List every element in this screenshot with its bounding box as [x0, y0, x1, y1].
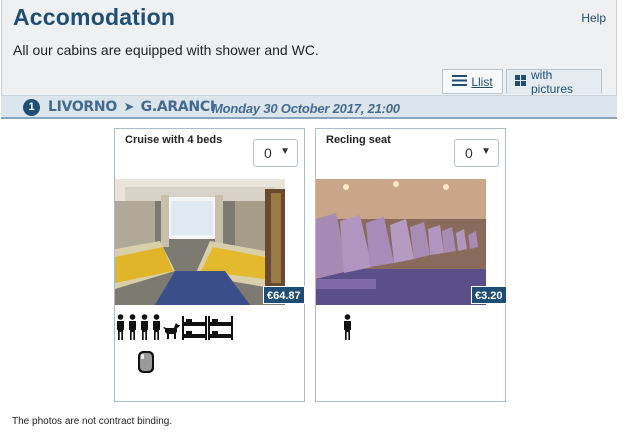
price-badge: €3.20: [471, 286, 507, 304]
tab-pictures-view[interactable]: with pictures: [506, 67, 602, 96]
porthole-icon: [137, 350, 155, 379]
route-origin: LIVORNO: [48, 99, 117, 115]
bunk-bed-icon: [208, 316, 233, 345]
person-icon: [127, 314, 138, 345]
arrow-right-icon: ➤: [123, 100, 135, 115]
subtitle: All our cabins are equipped with shower …: [13, 42, 319, 58]
route-text: LIVORNO ➤ G.ARANCI: [48, 99, 215, 115]
leg-number-badge: 1: [23, 99, 40, 116]
quantity-value: 0: [465, 145, 473, 161]
cabin-title: Recling seat: [326, 134, 391, 146]
amenity-icons: [115, 314, 234, 345]
footer-note: The photos are not contract binding.: [12, 416, 173, 427]
help-link[interactable]: Help: [581, 11, 606, 25]
dog-icon: [163, 322, 181, 345]
page-title: Accomodation: [13, 4, 176, 30]
person-icon: [115, 314, 126, 345]
bunk-bed-icon: [182, 316, 207, 345]
caret-down-icon: ▼: [280, 146, 290, 157]
price-badge: €64.87: [263, 286, 305, 304]
quantity-select[interactable]: 0 ▼: [454, 139, 499, 167]
grid-icon: [515, 74, 526, 89]
route-destination: G.ARANCI: [140, 99, 215, 115]
cabin-card: Recling seat 0 ▼ €3.20: [315, 128, 507, 402]
route-date: Monday 30 October 2017, 21:00: [212, 101, 400, 116]
tab-list-view[interactable]: Llist: [442, 69, 503, 94]
quantity-select[interactable]: 0 ▼: [253, 139, 298, 167]
route-bar: 1 LIVORNO ➤ G.ARANCI Monday 30 October 2…: [1, 95, 617, 119]
seats-photo: [316, 179, 486, 305]
amenity-icons: [342, 314, 354, 345]
quantity-value: 0: [264, 145, 272, 161]
view-tabs: Llist with pictures: [439, 67, 602, 96]
cabin-card: Cruise with 4 beds 0 ▼ €64.87: [114, 128, 305, 402]
cabin-photo: [115, 179, 285, 305]
person-icon: [139, 314, 150, 345]
cabin-title: Cruise with 4 beds: [125, 134, 223, 146]
caret-down-icon: ▼: [481, 146, 491, 157]
tab-pictures-label: with pictures: [531, 67, 574, 96]
person-icon: [151, 314, 162, 345]
tab-list-label: Llist: [471, 74, 493, 89]
person-icon: [342, 314, 353, 345]
list-icon: [452, 74, 468, 89]
